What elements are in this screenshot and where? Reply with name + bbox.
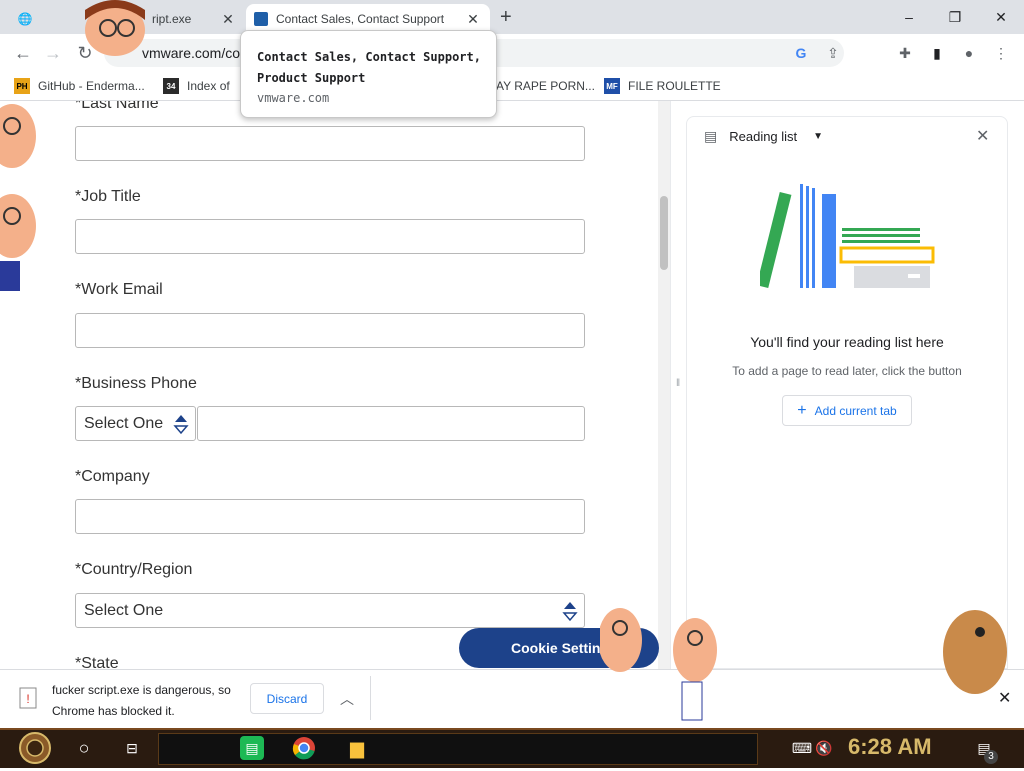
close-window-button[interactable]: ✕	[978, 4, 1024, 30]
country-select-value: Select One	[84, 601, 164, 619]
close-panel-button[interactable]: ✕	[976, 126, 989, 146]
cartoon-face-sticker	[0, 104, 36, 291]
extensions-icon[interactable]: ✚	[894, 42, 916, 64]
new-tab-button[interactable]: +	[500, 6, 512, 29]
index-favicon-icon: 34	[163, 78, 179, 94]
phone-select-value: Select One	[84, 414, 164, 432]
warning-file-icon: !	[18, 686, 38, 710]
bookmark-label: FILE ROULETTE	[628, 79, 721, 93]
google-lens-icon[interactable]: G	[790, 42, 812, 64]
business-phone-label: *Business Phone	[75, 375, 197, 392]
globe-icon: 🌐	[17, 12, 33, 26]
bookmark-label: AY RAPE PORN...	[496, 79, 595, 93]
bookmark-index-of[interactable]: 34 Index of	[163, 76, 230, 96]
phone-country-select[interactable]: Select One	[75, 406, 196, 441]
company-label: *Company	[75, 468, 150, 485]
tooltip-url: vmware.com	[257, 91, 330, 105]
reading-list-icon: ▤	[704, 127, 718, 144]
tab-close-icon[interactable]: ✕	[464, 11, 482, 28]
reading-list-illustration	[760, 184, 935, 289]
select-arrows-icon	[173, 415, 189, 435]
download-warning-text: fucker script.exe is dangerous, so Chrom…	[52, 683, 231, 718]
reading-list-dropdown[interactable]: ▤ Reading list ▼	[704, 126, 823, 146]
bookmark-label: Index of	[187, 79, 230, 93]
start-button[interactable]	[12, 730, 58, 766]
hamster-sticker	[943, 610, 1007, 694]
reading-list-header: Reading list	[729, 128, 798, 144]
bookmark-3[interactable]: AY RAPE PORN...	[496, 76, 595, 96]
notification-count-badge: 3	[984, 750, 998, 764]
bookmark-file-roulette[interactable]: MF FILE ROULETTE	[604, 76, 721, 96]
tooltip-title: Contact Sales, Contact Support, Product …	[257, 50, 481, 85]
back-button[interactable]: ←	[10, 40, 36, 66]
job-title-field[interactable]	[75, 219, 585, 254]
network-icon[interactable]: ⌨	[790, 736, 814, 760]
add-current-tab-button[interactable]: + Add current tab	[782, 395, 912, 426]
grip-icon: ‖	[676, 378, 681, 389]
discard-button[interactable]: Discard	[250, 683, 324, 714]
chevron-up-icon[interactable]: ︿	[340, 689, 354, 709]
country-select[interactable]: Select One	[75, 593, 585, 628]
last-name-field[interactable]	[75, 126, 585, 161]
web-content: *Last Name *Job Title *Work Email *Busin…	[0, 101, 670, 669]
plus-icon: +	[797, 401, 807, 419]
file-explorer-icon[interactable]: ▆	[345, 736, 369, 760]
share-icon[interactable]: ⇪	[822, 42, 844, 64]
chrome-icon[interactable]	[292, 736, 316, 760]
tab-hover-tooltip: Contact Sales, Contact Support, Product …	[240, 30, 497, 118]
scrollbar-thumb[interactable]	[660, 196, 668, 270]
profile-icon[interactable]: ●	[958, 42, 980, 64]
cartoon-face-sticker	[600, 608, 717, 721]
empty-state-description: To add a page to read later, click the b…	[732, 364, 962, 378]
divider	[370, 676, 371, 720]
pornhub-favicon-icon: PH	[14, 78, 30, 94]
bookmark-github[interactable]: PH GitHub - Enderma...	[14, 76, 145, 96]
bookmark-label: GitHub - Enderma...	[38, 79, 145, 93]
content-scrollbar[interactable]	[658, 101, 670, 669]
taskbar-clock[interactable]: 6:28 AM	[848, 734, 932, 760]
cartoon-face-sticker	[85, 0, 145, 56]
vmware-favicon-icon	[254, 12, 268, 26]
company-field[interactable]	[75, 499, 585, 534]
state-label: *State	[75, 655, 119, 669]
task-view-icon[interactable]: ⊟	[120, 736, 144, 760]
minimize-button[interactable]: –	[886, 4, 932, 30]
svg-text:!: !	[26, 692, 29, 706]
select-arrows-icon	[562, 602, 578, 622]
work-email-label: *Work Email	[75, 281, 163, 298]
side-panel-icon[interactable]: ▮	[926, 42, 948, 64]
search-icon[interactable]: ○	[72, 736, 96, 760]
job-title-label: *Job Title	[75, 188, 141, 205]
file-roulette-favicon-icon: MF	[604, 78, 620, 94]
business-phone-field[interactable]	[197, 406, 585, 441]
volume-muted-icon[interactable]: 🔇	[812, 736, 836, 760]
country-label: *Country/Region	[75, 561, 193, 578]
menu-icon[interactable]: ⋮	[990, 42, 1012, 64]
work-email-field[interactable]	[75, 313, 585, 348]
tab-title: Contact Sales, Contact Support	[276, 12, 445, 26]
empty-state-title: You'll find your reading list here	[750, 334, 944, 350]
tab-close-icon[interactable]: ✕	[219, 11, 237, 28]
last-name-label: *Last Name	[75, 101, 159, 112]
maximize-button[interactable]: ❐	[932, 4, 978, 30]
add-current-tab-label: Add current tab	[814, 403, 897, 418]
sheets-app-icon[interactable]: ▤	[240, 736, 264, 760]
dropdown-arrow-icon: ▼	[813, 130, 824, 142]
